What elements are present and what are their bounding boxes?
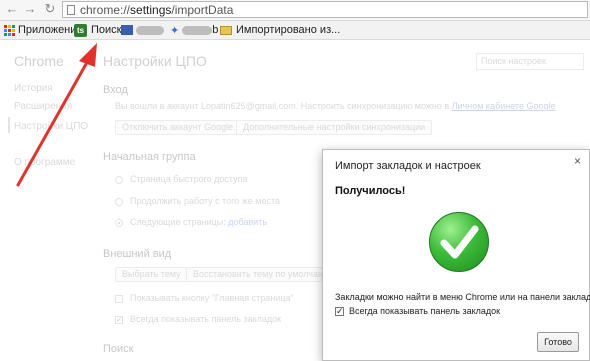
success-check-icon <box>429 212 489 272</box>
import-dialog: Импорт закладок и настроек × Получилось!… <box>322 149 590 361</box>
close-icon[interactable]: × <box>574 154 581 168</box>
dialog-title: Импорт закладок и настроек <box>335 160 481 172</box>
annotation-arrow-shaft <box>16 55 92 187</box>
dialog-info-text: Закладки можно найти в меню Chrome или н… <box>335 292 590 302</box>
show-bookmarks-checkbox-label: Всегда показывать панель закладок <box>349 306 501 316</box>
show-bookmarks-checkbox[interactable]: ✓ <box>335 307 344 316</box>
dialog-success-heading: Получилось! <box>335 185 406 197</box>
done-button[interactable]: Готово <box>537 332 579 352</box>
annotation-arrow-head <box>79 43 97 67</box>
